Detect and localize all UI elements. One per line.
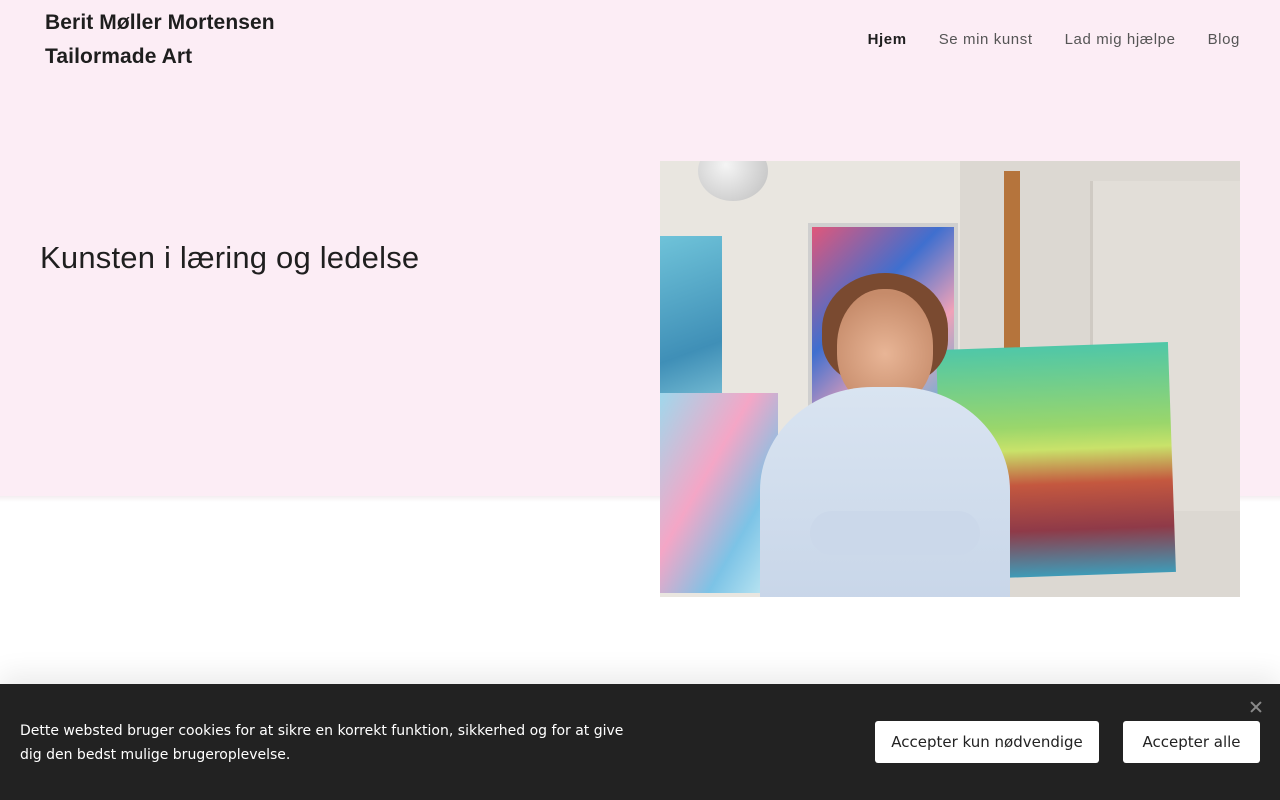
cookie-banner: Dette websted bruger cookies for at sikr…: [0, 684, 1280, 800]
nav-item-blog[interactable]: Blog: [1208, 29, 1240, 51]
hero-headline: Kunsten i læring og ledelse: [40, 240, 420, 275]
close-icon[interactable]: [1247, 698, 1265, 716]
site-title-line1: Berit Møller Mortensen: [45, 11, 275, 34]
photo-lamp: [698, 161, 768, 201]
accept-necessary-button[interactable]: Accepter kun nødvendige: [875, 721, 1099, 763]
cookie-text: Dette websted bruger cookies for at sikr…: [20, 723, 624, 763]
photo-shirt: [760, 387, 1010, 597]
portrait-photo: [660, 161, 1240, 597]
site-logo[interactable]: Berit Møller Mortensen Tailormade Art: [45, 6, 345, 74]
nav-item-se-min-kunst[interactable]: Se min kunst: [939, 29, 1033, 51]
accept-all-button[interactable]: Accepter alle: [1123, 721, 1260, 763]
photo-crossed-arms: [810, 511, 980, 555]
nav-item-hjem[interactable]: Hjem: [868, 29, 907, 51]
nav-item-lad-mig-hjaelpe[interactable]: Lad mig hjælpe: [1065, 29, 1176, 51]
main-nav: Hjem Se min kunst Lad mig hjælpe Blog: [868, 29, 1240, 51]
site-title-line2: Tailormade Art: [45, 45, 193, 68]
photo-easel: [1004, 171, 1020, 356]
